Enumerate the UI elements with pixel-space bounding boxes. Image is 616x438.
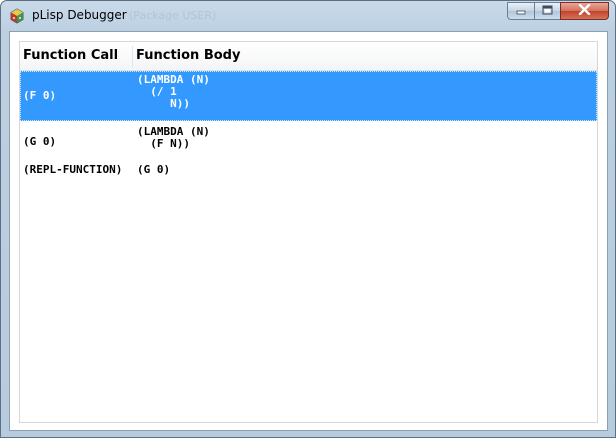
maximize-icon xyxy=(542,2,553,20)
window-controls xyxy=(507,2,611,22)
close-icon xyxy=(578,2,591,20)
column-divider[interactable] xyxy=(132,46,133,68)
function-body-cell: (LAMBDA (N) (F N)) xyxy=(137,125,210,150)
maximize-button[interactable] xyxy=(534,2,561,20)
function-call-cell: (F 0) xyxy=(23,89,57,102)
column-header-function-body[interactable]: Function Body xyxy=(136,42,240,70)
title-bar[interactable]: (Package USER) pLisp Debugger xyxy=(1,1,615,31)
minimize-icon xyxy=(516,2,526,20)
function-body-cell: (G 0) xyxy=(137,163,171,176)
call-stack-table: Function Call Function Body (F 0) (LAMBD… xyxy=(19,41,598,423)
close-button[interactable] xyxy=(560,2,609,20)
table-header: Function Call Function Body xyxy=(20,42,597,71)
background-window-ghost: (Package USER) xyxy=(129,9,217,22)
function-call-cell: (REPL-FUNCTION) xyxy=(23,163,123,176)
table-row[interactable]: (REPL-FUNCTION) (G 0) xyxy=(20,161,597,181)
column-header-function-call[interactable]: Function Call xyxy=(23,42,130,70)
table-row[interactable]: (F 0) (LAMBDA (N) (/ 1 N)) xyxy=(20,71,597,121)
window-client-area: Function Call Function Body (F 0) (LAMBD… xyxy=(9,31,608,431)
table-body: (F 0) (LAMBDA (N) (/ 1 N)) (G 0) (LAMBDA… xyxy=(20,71,597,181)
function-call-cell: (G 0) xyxy=(23,135,57,148)
debugger-window: (Package USER) pLisp Debugger Function C… xyxy=(0,0,616,438)
minimize-button[interactable] xyxy=(507,2,535,20)
window-title: pLisp Debugger xyxy=(32,8,127,22)
table-row[interactable]: (G 0) (LAMBDA (N) (F N)) xyxy=(20,123,597,161)
plisp-app-icon[interactable] xyxy=(9,8,25,24)
function-body-cell: (LAMBDA (N) (/ 1 N)) xyxy=(137,73,210,110)
